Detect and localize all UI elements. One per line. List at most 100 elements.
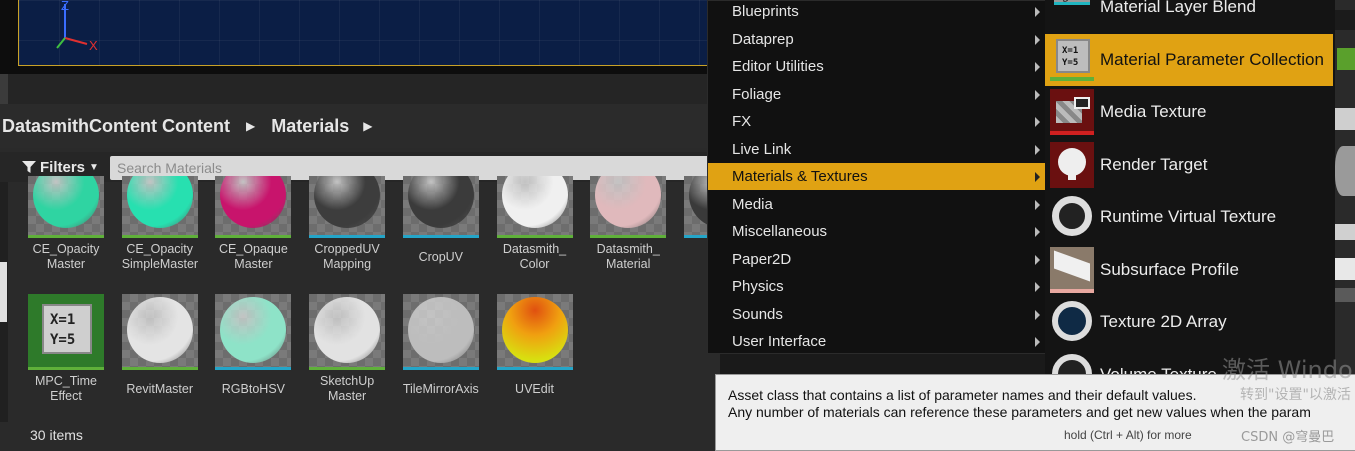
- menu-item-paper2d[interactable]: Paper2D: [708, 246, 1046, 273]
- asset-thumbnail: [402, 294, 479, 370]
- menu-item-user-interface[interactable]: User Interface: [708, 328, 1046, 355]
- menu-item-media[interactable]: Media: [708, 191, 1046, 218]
- submenu-arrow-icon: [1035, 337, 1040, 347]
- panel-divider: [0, 74, 720, 104]
- asset-thumbnail: [309, 176, 386, 238]
- submenu-item-subsurface-profile[interactable]: Subsurface Profile: [1045, 244, 1333, 296]
- menu-item-fx[interactable]: FX: [708, 108, 1046, 135]
- menu-item-label: Foliage: [732, 85, 782, 103]
- material-layer-blend-icon: ƒ: [1050, 0, 1094, 30]
- submenu-item-render-target[interactable]: Render Target: [1045, 139, 1333, 191]
- menu-item-miscellaneous[interactable]: Miscellaneous: [708, 218, 1046, 245]
- asset-name: CE_Opacity SimpleMaster: [121, 242, 199, 271]
- material-parameter-collection-icon: X=1 Y=5: [1050, 37, 1094, 83]
- submenu-arrow-icon: [1035, 254, 1040, 265]
- asset-thumbnail: [121, 176, 198, 238]
- asset-tile[interactable]: CroppedUV Mapping: [309, 176, 386, 272]
- level-viewport[interactable]: Z X: [18, 0, 718, 66]
- asset-thumbnail: [402, 176, 479, 238]
- filters-button[interactable]: Filters ▼: [22, 156, 99, 178]
- submenu-item-label: Subsurface Profile: [1100, 259, 1239, 279]
- submenu-item-label: Material Parameter Collection: [1100, 49, 1324, 69]
- credit-watermark: CSDN @穹曼巴: [1241, 430, 1335, 445]
- asset-tile[interactable]: X=1 Y=5 MPC_Time Effect: [28, 294, 104, 404]
- menu-item-label: Miscellaneous: [732, 223, 828, 240]
- material-sphere-icon: [314, 297, 381, 363]
- chevron-right-icon[interactable]: ▶: [363, 119, 372, 133]
- menu-item-blueprints[interactable]: Blueprints: [708, 0, 1046, 25]
- menu-item-dataprep[interactable]: Dataprep: [708, 26, 1046, 53]
- asset-thumbnail: [496, 176, 573, 238]
- asset-tile[interactable]: Datasmith_ Color: [496, 176, 573, 272]
- submenu-item-runtime-virtual-texture[interactable]: Runtime Virtual Texture: [1045, 191, 1333, 243]
- asset-name: TileMirrorAxis: [402, 382, 479, 396]
- submenu-item-material-parameter-collection[interactable]: X=1 Y=5 Material Parameter Collection: [1045, 33, 1333, 86]
- activation-watermark-title: 激活 Windo: [1222, 356, 1353, 384]
- asset-name: CE_Opaque Master: [218, 242, 288, 271]
- asset-name: Datasmith_ Color: [502, 242, 567, 271]
- editor-root: { "viewport": { "axis_x": "X", "axis_z":…: [0, 0, 1355, 451]
- asset-thumbnail: [121, 294, 198, 370]
- asset-tile[interactable]: CE_Opaque Master: [215, 176, 292, 272]
- asset-thumbnail: [496, 294, 573, 370]
- asset-tile[interactable]: CE_Opacity SimpleMaster: [121, 176, 199, 272]
- material-sphere-icon: [407, 297, 474, 363]
- submenu-arrow-icon: [1035, 34, 1040, 45]
- chevron-down-icon: ▼: [89, 161, 99, 173]
- asset-tile[interactable]: RGBtoHSV: [215, 294, 292, 397]
- menu-item-physics[interactable]: Physics: [708, 273, 1046, 300]
- chevron-right-icon[interactable]: ▶: [246, 119, 255, 133]
- material-sphere-icon: [220, 297, 287, 363]
- menu-item-live-link[interactable]: Live Link: [708, 136, 1046, 163]
- asset-name: RGBtoHSV: [221, 382, 285, 396]
- menu-item-sounds[interactable]: Sounds: [708, 301, 1046, 328]
- asset-thumbnail: [28, 176, 104, 238]
- asset-tile[interactable]: TileMirrorAxis: [402, 294, 479, 397]
- sources-collapse-handle[interactable]: [0, 152, 8, 422]
- asset-name: UVEdit: [515, 382, 554, 396]
- menu-item-label: FX: [732, 113, 752, 130]
- menu-item-label: Sounds: [732, 305, 783, 323]
- content-browser: DatasmithContent Content ▶ Materials ▶ F…: [0, 104, 760, 451]
- breadcrumb: DatasmithContent Content ▶ Materials ▶: [0, 104, 720, 148]
- submenu-item-label: Material Layer Blend: [1100, 0, 1256, 16]
- submenu-arrow-icon: [1035, 282, 1040, 292]
- submenu-item-texture-2d-array[interactable]: Texture 2D Array: [1045, 296, 1333, 348]
- menu-item-label: Paper2D: [732, 250, 792, 268]
- menu-item-editor-utilities[interactable]: Editor Utilities: [708, 53, 1046, 80]
- submenu-arrow-icon: [1035, 172, 1040, 182]
- breadcrumb-root[interactable]: DatasmithContent Content: [2, 116, 230, 137]
- menu-item-materials-textures[interactable]: Materials & Textures: [708, 163, 1046, 190]
- submenu-item-material-layer-blend[interactable]: ƒ Material Layer Blend: [1045, 0, 1333, 33]
- asset-tile[interactable]: Datasmith_ Material: [590, 176, 667, 272]
- asset-tile[interactable]: CE_Opacity Master: [28, 176, 104, 272]
- submenu-arrow-icon: [1035, 309, 1040, 320]
- submenu-item-media-texture[interactable]: Media Texture: [1045, 86, 1333, 138]
- submenu-arrow-icon: [1035, 117, 1040, 127]
- menu-item-label: Blueprints: [732, 3, 799, 20]
- menu-item-label: Editor Utilities: [732, 58, 824, 75]
- details-panel-edge: [1335, 0, 1355, 380]
- material-sphere-icon: [314, 176, 381, 228]
- menu-item-label: Live Link: [732, 140, 792, 158]
- asset-tile[interactable]: SketchUp Master: [309, 294, 386, 404]
- submenu-arrow-icon: [1035, 227, 1040, 237]
- submenu-item-label: Runtime Virtual Texture: [1100, 207, 1277, 226]
- axis-gizmo-icon: Z X: [56, 0, 98, 53]
- render-target-icon: [1050, 141, 1094, 188]
- material-sphere-icon: [407, 176, 474, 228]
- menu-item-foliage[interactable]: Foliage: [708, 81, 1046, 108]
- asset-thumbnail: X=1 Y=5: [28, 294, 104, 370]
- subsurface-profile-icon: [1050, 246, 1094, 293]
- runtime-virtual-texture-icon: [1050, 194, 1094, 240]
- submenu-item-label: Texture 2D Array: [1100, 312, 1227, 331]
- asset-name: CE_Opacity Master: [32, 242, 100, 271]
- asset-name: CropUV: [418, 250, 464, 264]
- asset-tile[interactable]: RevitMaster: [121, 294, 198, 397]
- material-sphere-icon: [33, 176, 99, 228]
- asset-tile[interactable]: CropUV: [402, 176, 479, 265]
- breadcrumb-current[interactable]: Materials: [271, 116, 349, 137]
- items-count: 30 items: [30, 427, 83, 443]
- material-sphere-icon: [595, 176, 662, 228]
- asset-tile[interactable]: UVEdit: [496, 294, 573, 397]
